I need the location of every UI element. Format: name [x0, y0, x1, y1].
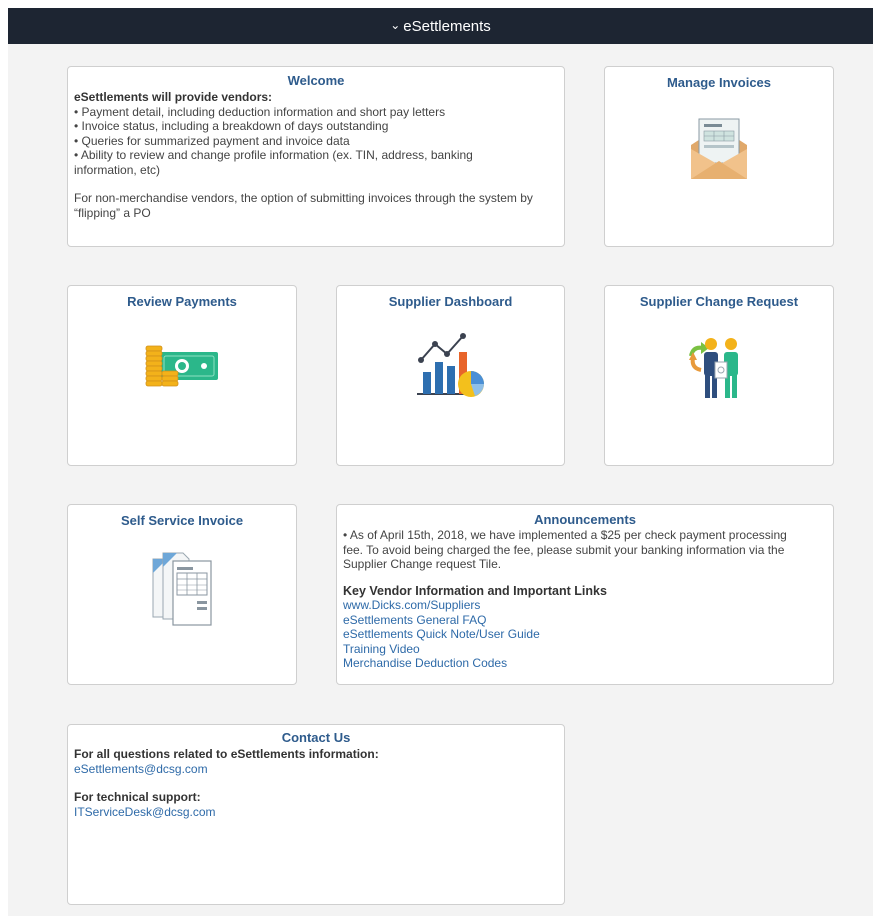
welcome-bullet: • Queries for summarized payment and inv… — [74, 133, 350, 148]
welcome-intro: eSettlements will provide vendors: — [74, 90, 273, 104]
welcome-note: For non-merchandise vendors, the option … — [74, 191, 533, 220]
manage-invoices-title: Manage Invoices — [666, 75, 772, 90]
link-user-guide[interactable]: eSettlements Quick Note/User Guide — [343, 627, 827, 642]
review-payments-tile[interactable]: Review Payments — [67, 285, 297, 466]
link-deduction-codes[interactable]: Merchandise Deduction Codes — [343, 656, 827, 671]
links-heading: Key Vendor Information and Important Lin… — [343, 583, 607, 598]
analytics-chart-icon — [416, 333, 484, 397]
link-general-faq[interactable]: eSettlements General FAQ — [343, 613, 827, 628]
document-stack-icon — [152, 552, 212, 626]
email-esettlements[interactable]: eSettlements@dcsg.com — [74, 762, 558, 777]
welcome-bullet: • Invoice status, including a breakdown … — [74, 119, 389, 133]
contact-question-technical: For technical support: — [74, 790, 201, 804]
chevron-down-icon[interactable]: ⌄ — [390, 18, 400, 32]
people-exchange-icon — [689, 338, 738, 398]
welcome-title: Welcome — [287, 73, 345, 88]
welcome-tile: Welcome eSettlements will provide vendor… — [67, 66, 565, 247]
contact-us-tile: Contact Us For all questions related to … — [67, 724, 565, 905]
link-training-video[interactable]: Training Video — [343, 642, 827, 657]
supplier-dashboard-title: Supplier Dashboard — [388, 294, 513, 309]
manage-invoices-tile[interactable]: Manage Invoices — [604, 66, 834, 247]
invoice-envelope-icon — [691, 118, 747, 179]
cash-coins-icon — [145, 345, 218, 387]
welcome-bullet: • Ability to review and change profile i… — [74, 148, 473, 177]
review-payments-title: Review Payments — [127, 294, 237, 309]
announcements-tile: Announcements • As of April 15th, 2018, … — [336, 504, 834, 685]
contact-us-title: Contact Us — [281, 730, 351, 745]
self-service-invoice-tile[interactable]: Self Service Invoice — [67, 504, 297, 685]
supplier-change-request-title: Supplier Change Request — [639, 294, 799, 309]
announcements-title: Announcements — [534, 512, 636, 527]
header-bar[interactable]: ⌄ eSettlements — [8, 8, 873, 44]
supplier-change-request-tile[interactable]: Supplier Change Request — [604, 285, 834, 466]
announcement-text: • As of April 15th, 2018, we have implem… — [343, 528, 787, 571]
link-dicks-suppliers[interactable]: www.Dicks.com/Suppliers — [343, 598, 827, 613]
page: ⌄ eSettlements Welcome eSettlements will… — [8, 8, 873, 916]
email-it-service-desk[interactable]: ITServiceDesk@dcsg.com — [74, 805, 558, 820]
contact-question-general: For all questions related to eSettlement… — [74, 747, 379, 761]
welcome-bullet: • Payment detail, including deduction in… — [74, 104, 446, 119]
supplier-dashboard-tile[interactable]: Supplier Dashboard — [336, 285, 565, 466]
self-service-invoice-title: Self Service Invoice — [120, 513, 244, 528]
page-title: eSettlements — [403, 17, 491, 35]
